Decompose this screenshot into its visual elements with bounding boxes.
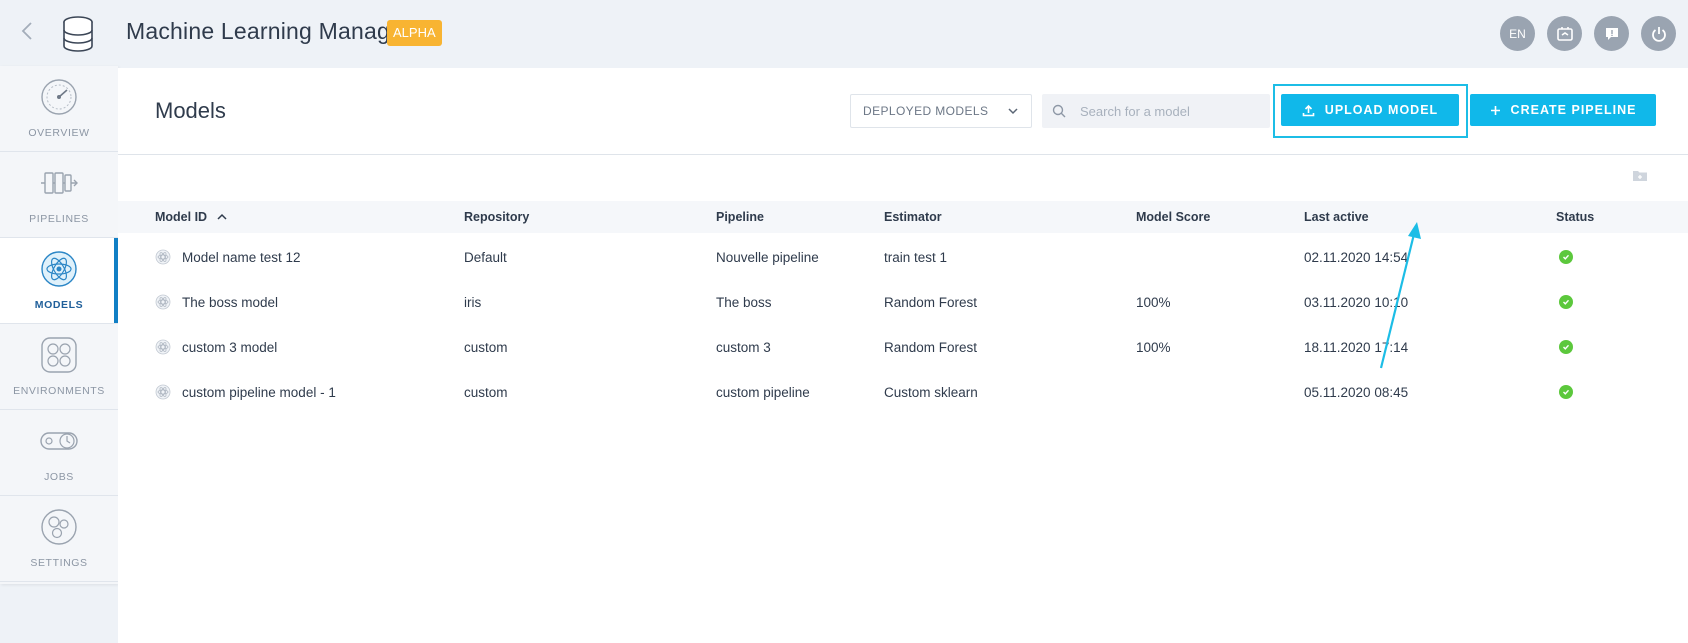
model-atom-icon xyxy=(155,339,171,355)
top-actions: EN xyxy=(1500,16,1676,51)
repository-cell: custom xyxy=(464,384,508,400)
search-input[interactable] xyxy=(1078,102,1262,120)
annotation-arrow xyxy=(1379,222,1421,369)
model-filter-value: DEPLOYED MODELS xyxy=(863,104,989,118)
jobs-icon xyxy=(40,432,78,450)
estimator-cell: train test 1 xyxy=(884,249,948,265)
sort-ascending-icon[interactable] xyxy=(217,212,227,222)
sidebar: OVERVIEW PIPELINES MODELS ENVIRONMENTS J… xyxy=(0,66,118,584)
environments-icon xyxy=(41,337,77,373)
sidebar-item-jobs[interactable]: JOBS xyxy=(0,410,118,496)
repository-cell: iris xyxy=(464,294,482,310)
atom-icon xyxy=(41,251,77,287)
model-atom-icon xyxy=(155,294,171,310)
repository-cell: Default xyxy=(464,249,507,265)
sidebar-item-label: SETTINGS xyxy=(30,557,88,569)
settings-gear-icon xyxy=(41,509,77,545)
status-ok-icon xyxy=(1559,340,1573,354)
repository-cell: custom xyxy=(464,339,508,355)
gauge-icon xyxy=(41,79,77,115)
pipeline-cell: Nouvelle pipeline xyxy=(716,249,819,265)
column-header-repository[interactable]: Repository xyxy=(464,201,529,233)
estimator-cell: Custom sklearn xyxy=(884,384,978,400)
plus-icon xyxy=(1490,105,1501,116)
sidebar-item-label: OVERVIEW xyxy=(28,127,90,139)
sidebar-item-pipelines[interactable]: PIPELINES xyxy=(0,152,118,238)
column-header-status[interactable]: Status xyxy=(1556,201,1594,233)
pipeline-cell: custom 3 xyxy=(716,339,771,355)
model-id-cell[interactable]: Model name test 12 xyxy=(182,250,301,265)
app-switch-button[interactable] xyxy=(1547,16,1582,51)
status-ok-icon xyxy=(1559,250,1573,264)
pipeline-cell: custom pipeline xyxy=(716,384,810,400)
model-atom-icon xyxy=(155,249,171,265)
search-box xyxy=(1042,94,1270,128)
column-header-last-active[interactable]: Last active xyxy=(1304,201,1369,233)
add-folder-icon[interactable] xyxy=(1632,168,1648,182)
pipeline-cell: The boss xyxy=(716,294,772,310)
model-score-cell: 100% xyxy=(1136,339,1171,355)
table-row[interactable]: custom 3 model custom custom 3 Random Fo… xyxy=(118,325,1688,369)
sidebar-item-models[interactable]: MODELS xyxy=(0,238,118,324)
estimator-cell: Random Forest xyxy=(884,339,978,355)
status-ok-icon xyxy=(1559,295,1573,309)
database-logo-icon xyxy=(62,16,94,52)
pipeline-icon xyxy=(41,172,78,194)
language-button[interactable]: EN xyxy=(1500,16,1535,51)
help-button[interactable] xyxy=(1594,16,1629,51)
chevron-down-icon xyxy=(1008,108,1018,115)
estimator-cell: Random Forest xyxy=(884,294,978,310)
model-id-cell[interactable]: custom pipeline model - 1 xyxy=(182,385,336,400)
app-title: Machine Learning Manager xyxy=(126,18,411,44)
column-header-pipeline[interactable]: Pipeline xyxy=(716,201,764,233)
alpha-badge: ALPHA xyxy=(387,20,442,46)
dashboard-icon xyxy=(1556,26,1573,41)
create-pipeline-label: CREATE PIPELINE xyxy=(1510,103,1637,117)
table-row[interactable]: The boss model iris The boss Random Fore… xyxy=(118,280,1688,324)
sidebar-item-label: JOBS xyxy=(44,471,74,483)
upload-model-button[interactable]: UPLOAD MODEL xyxy=(1281,94,1459,126)
column-header-model-id[interactable]: Model ID xyxy=(155,201,227,233)
sidebar-item-label: PIPELINES xyxy=(29,213,89,225)
power-icon xyxy=(1651,26,1666,42)
status-ok-icon xyxy=(1559,385,1573,399)
sidebar-item-label: MODELS xyxy=(34,299,84,311)
sidebar-item-settings[interactable]: SETTINGS xyxy=(0,496,118,582)
sidebar-item-label: ENVIRONMENTS xyxy=(13,385,105,397)
table-row[interactable]: Model name test 12 Default Nouvelle pipe… xyxy=(118,235,1688,279)
column-header-model-score[interactable]: Model Score xyxy=(1136,201,1210,233)
logout-button[interactable] xyxy=(1641,16,1676,51)
main-panel: Models DEPLOYED MODELS UPLOAD MODEL CREA… xyxy=(118,68,1688,643)
page-title: Models xyxy=(155,98,226,123)
sidebar-item-environments[interactable]: ENVIRONMENTS xyxy=(0,324,118,410)
model-score-cell: 100% xyxy=(1136,294,1171,310)
upload-model-label: UPLOAD MODEL xyxy=(1324,103,1439,117)
table-header: Model ID Repository Pipeline Estimator M… xyxy=(118,201,1688,233)
column-header-estimator[interactable]: Estimator xyxy=(884,201,942,233)
upload-icon xyxy=(1302,104,1315,117)
search-icon xyxy=(1052,104,1066,118)
model-atom-icon xyxy=(155,384,171,400)
model-id-cell[interactable]: The boss model xyxy=(182,295,278,310)
create-pipeline-button[interactable]: CREATE PIPELINE xyxy=(1470,94,1656,126)
sidebar-item-overview[interactable]: OVERVIEW xyxy=(0,66,118,152)
help-chat-icon xyxy=(1605,27,1618,40)
table-row[interactable]: custom pipeline model - 1 custom custom … xyxy=(118,370,1688,414)
top-bar: Machine Learning Manager ALPHA EN xyxy=(0,0,1688,66)
model-id-cell[interactable]: custom 3 model xyxy=(182,340,277,355)
page-header: Models DEPLOYED MODELS UPLOAD MODEL CREA… xyxy=(118,68,1688,155)
back-chevron-icon[interactable] xyxy=(20,20,40,46)
model-filter-dropdown[interactable]: DEPLOYED MODELS xyxy=(850,94,1032,128)
